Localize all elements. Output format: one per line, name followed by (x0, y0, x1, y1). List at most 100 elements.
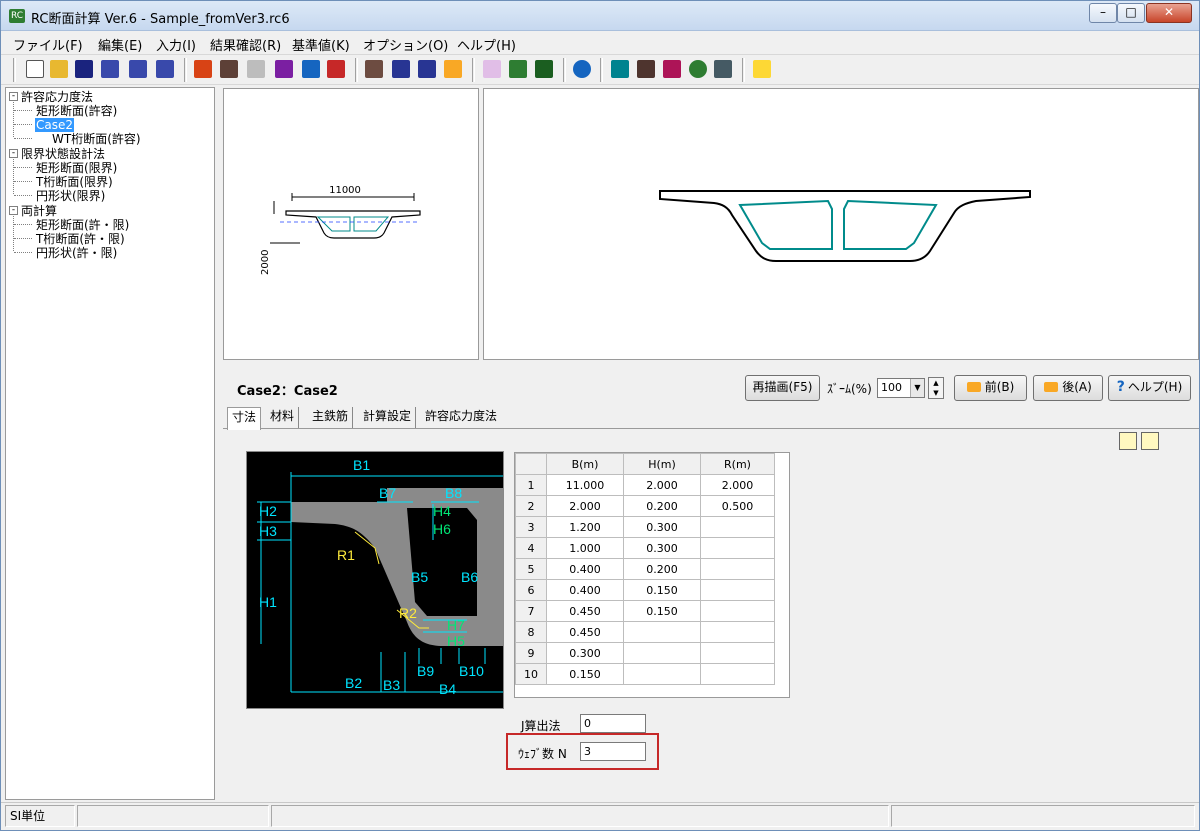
cell-r[interactable]: 0.500 (700, 495, 775, 517)
expand-toggle[interactable]: - (9, 206, 18, 215)
input-icon[interactable] (194, 60, 212, 78)
cell-b[interactable]: 11.000 (546, 474, 624, 496)
tree-item-rect-allowable[interactable]: 矩形断面(許容) (36, 104, 117, 118)
report-icon[interactable] (663, 60, 681, 78)
paste-icon[interactable] (275, 60, 293, 78)
redraw-button[interactable]: 再描画(F5) (745, 375, 820, 401)
case-tree[interactable]: - 許容応力度法 矩形断面(許容) Case2 WT桁断面(許容) - 限界状態… (5, 87, 215, 800)
tab-material[interactable]: 材料 (266, 407, 300, 428)
insert-icon[interactable] (302, 60, 320, 78)
expand-toggle[interactable]: - (9, 92, 18, 101)
list-icon[interactable] (418, 60, 436, 78)
close-button[interactable]: ✕ (1146, 3, 1192, 23)
cell-r[interactable] (700, 621, 775, 643)
tab-calc-settings[interactable]: 計算設定 (359, 407, 417, 428)
help-button[interactable]: ? ヘルプ(H) (1108, 375, 1191, 401)
cell-b[interactable]: 1.000 (546, 537, 624, 559)
tab-dimensions[interactable]: 寸法 (227, 407, 262, 430)
cell-b[interactable]: 2.000 (546, 495, 624, 517)
cell-r[interactable] (700, 558, 775, 580)
tree-group-limit[interactable]: 限界状態設計法 (21, 147, 105, 161)
save-icon[interactable] (75, 60, 93, 78)
cell-b[interactable]: 0.400 (546, 579, 624, 601)
print-setup-icon[interactable] (156, 60, 174, 78)
cell-r[interactable] (700, 516, 775, 538)
cell-h[interactable]: 2.000 (623, 474, 701, 496)
tree-item-circle-both[interactable]: 円形状(許・限) (36, 246, 117, 260)
web-count-input[interactable]: 3 (580, 742, 646, 761)
compare-icon[interactable] (509, 60, 527, 78)
menu-input[interactable]: 入力(I) (156, 35, 196, 54)
cell-h[interactable]: 0.200 (623, 495, 701, 517)
tree-group-both[interactable]: 両計算 (21, 204, 57, 218)
zoom-select[interactable]: 100 ▼ (877, 378, 925, 398)
dimension-grid[interactable]: B(m) H(m) R(m) 1 11.000 2.000 2.000 2 2.… (514, 452, 790, 698)
cell-r[interactable] (700, 600, 775, 622)
globe-icon[interactable] (573, 60, 591, 78)
tree-item-t-limit[interactable]: T桁断面(限界) (36, 175, 113, 189)
tree-item-t-both[interactable]: T桁断面(許・限) (36, 232, 125, 246)
new-icon[interactable] (26, 60, 44, 78)
pointer-icon[interactable] (1119, 432, 1137, 450)
tab-allowable-stress[interactable]: 許容応力度法 (421, 407, 501, 428)
spin-down-icon[interactable]: ▼ (929, 388, 943, 398)
monitor-icon[interactable] (637, 60, 655, 78)
section-preview-small[interactable]: 11000 2000 (223, 88, 479, 360)
section-preview-large[interactable] (483, 88, 1199, 360)
cell-h[interactable]: 0.200 (623, 558, 701, 580)
maximize-button[interactable]: □ (1117, 3, 1145, 23)
cell-h[interactable]: 0.300 (623, 516, 701, 538)
calc-icon[interactable] (444, 60, 462, 78)
chart-icon[interactable] (483, 60, 501, 78)
open-icon[interactable] (50, 60, 68, 78)
edit-icon[interactable] (1141, 432, 1159, 450)
print-preview-icon[interactable] (129, 60, 147, 78)
refresh-icon[interactable] (689, 60, 707, 78)
next-button[interactable]: 後(A) (1033, 375, 1103, 401)
help-icon[interactable] (753, 60, 771, 78)
menu-edit[interactable]: 編集(E) (98, 35, 142, 54)
tree-item-rect-limit[interactable]: 矩形断面(限界) (36, 161, 117, 175)
cell-b[interactable]: 0.150 (546, 663, 624, 685)
copy-icon[interactable] (247, 60, 265, 78)
tree-icon[interactable] (714, 60, 732, 78)
spin-up-icon[interactable]: ▲ (929, 378, 943, 388)
cell-r[interactable] (700, 537, 775, 559)
cell-h[interactable] (623, 663, 701, 685)
print-icon[interactable] (101, 60, 119, 78)
cell-r[interactable] (700, 579, 775, 601)
cell-h[interactable]: 0.150 (623, 600, 701, 622)
cell-b[interactable]: 0.450 (546, 600, 624, 622)
cell-h[interactable]: 0.300 (623, 537, 701, 559)
tree-item-circle-limit[interactable]: 円形状(限界) (36, 189, 105, 203)
table-icon[interactable] (365, 60, 383, 78)
delete-icon[interactable] (327, 60, 345, 78)
tab-main-rebar[interactable]: 主鉄筋 (308, 407, 354, 428)
expand-toggle[interactable]: - (9, 149, 18, 158)
cell-h[interactable]: 0.150 (623, 579, 701, 601)
menu-options[interactable]: オプション(O) (363, 35, 448, 54)
cell-b[interactable]: 1.200 (546, 516, 624, 538)
menu-results[interactable]: 結果確認(R) (210, 35, 281, 54)
cell-b[interactable]: 0.300 (546, 642, 624, 664)
chevron-down-icon[interactable]: ▼ (910, 379, 924, 397)
cut-icon[interactable] (220, 60, 238, 78)
tree-item-rect-both[interactable]: 矩形断面(許・限) (36, 218, 129, 232)
result-icon[interactable] (535, 60, 553, 78)
cell-h[interactable] (623, 621, 701, 643)
cell-r[interactable]: 2.000 (700, 474, 775, 496)
tree-group-allowable[interactable]: 許容応力度法 (21, 90, 93, 104)
j-method-input[interactable]: 0 (580, 714, 646, 733)
minimize-button[interactable]: – (1089, 3, 1117, 23)
cell-b[interactable]: 0.400 (546, 558, 624, 580)
menu-file[interactable]: ファイル(F) (13, 35, 83, 54)
grid-icon[interactable] (392, 60, 410, 78)
zoom-spinner[interactable]: ▲ ▼ (928, 377, 944, 399)
tree-item-case2[interactable]: Case2 (35, 118, 75, 132)
settings-icon[interactable] (611, 60, 629, 78)
menu-help[interactable]: ヘルプ(H) (457, 35, 516, 54)
cell-r[interactable] (700, 663, 775, 685)
cell-h[interactable] (623, 642, 701, 664)
tree-item-wt-allowable[interactable]: WT桁断面(許容) (52, 132, 141, 146)
cell-b[interactable]: 0.450 (546, 621, 624, 643)
